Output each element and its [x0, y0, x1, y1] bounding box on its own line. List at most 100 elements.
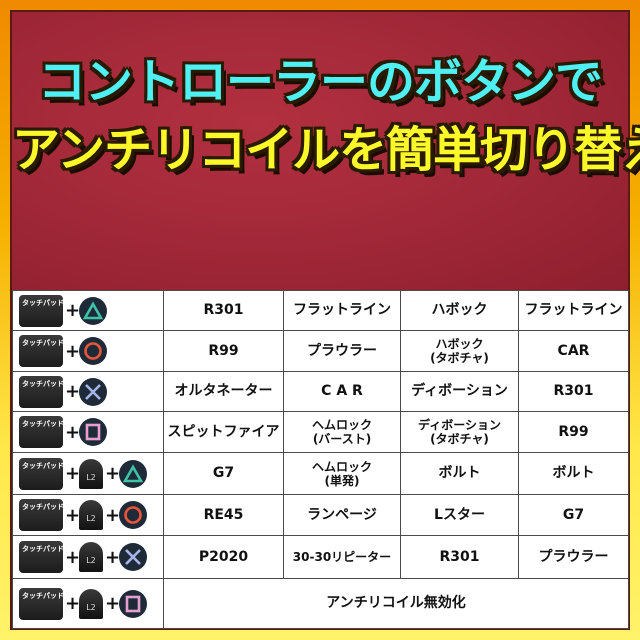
anti-recoil-disabled-cell: アンチリコイル無効化: [163, 578, 629, 629]
l2-trigger-icon: L2: [79, 588, 103, 619]
plus-sign: +: [65, 421, 81, 443]
touchpad-label: タッチパッド: [22, 461, 64, 470]
plus-sign: +: [105, 504, 121, 526]
weapon-cell: RE45: [163, 494, 284, 536]
button-combo: タッチパッド +: [19, 335, 163, 367]
l2-trigger-icon: L2: [79, 542, 103, 572]
weapon-cell: ハボック (タボチャ): [400, 330, 519, 372]
touchpad-icon: タッチパッド: [19, 375, 64, 408]
weapon-cell: フラットライン: [518, 290, 629, 331]
l2-label: L2: [86, 556, 96, 565]
button-combo-cell: タッチパッド +: [12, 290, 164, 331]
touchpad-icon: タッチパッド: [19, 416, 64, 448]
button-combo-cell: タッチパッド +: [12, 330, 164, 372]
touchpad-icon: タッチパッド: [19, 335, 64, 367]
weapon-cell: C A R: [283, 371, 401, 412]
weapon-cell: P2020: [163, 535, 284, 579]
plus-sign: +: [65, 340, 81, 362]
plus-sign: +: [105, 593, 121, 614]
table-row: タッチパッド + L2 + G7 ヘムロック (単発) ボルト ボルト: [12, 452, 629, 495]
weapon-cell: R301: [400, 535, 519, 579]
weapon-cell: 30-30リピーター: [283, 535, 401, 579]
cross-button-icon: [79, 377, 107, 406]
circle-button-icon: [79, 337, 107, 365]
weapon-cell: スピットファイア: [163, 411, 284, 453]
weapon-cell: CAR: [518, 330, 629, 372]
touchpad-icon: タッチパッド: [19, 541, 64, 573]
table-row: タッチパッド + オルタネーター C A R ディボーション R301: [12, 371, 629, 412]
cross-button-icon: [119, 543, 147, 571]
button-combo: タッチパッド + L2 +: [19, 587, 163, 620]
square-button-icon: [119, 589, 147, 618]
weapon-cell: R301: [163, 290, 284, 331]
circle-button-icon: [119, 501, 147, 529]
touchpad-label: タッチパッド: [22, 379, 64, 388]
triangle-button-icon: [119, 459, 147, 488]
plus-sign: +: [65, 546, 81, 568]
title-banner: コントローラーのボタンで アンチリコイルを簡単切り替え: [12, 12, 640, 290]
triangle-button-icon: [79, 296, 107, 325]
weapon-cell: R99: [163, 330, 284, 372]
weapon-cell: R301: [518, 371, 629, 412]
weapon-cell: R99: [518, 411, 629, 453]
l2-trigger-icon: L2: [79, 458, 103, 489]
table-row: タッチパッド + L2 + RE45 ランページ Lスター G7: [12, 494, 629, 536]
weapon-cell: ヘムロック (バースト): [283, 411, 401, 453]
weapon-cell: ディボーション: [400, 371, 519, 412]
l2-trigger-icon: L2: [79, 500, 103, 530]
l2-label: L2: [86, 602, 96, 612]
table-row: タッチパッド + スピットファイア ヘムロック (バースト) ディボーション (タボチャ) R…: [12, 411, 629, 453]
button-combo-cell: タッチパッド +: [12, 371, 164, 412]
title-line-1: コントローラーのボタンで: [37, 54, 603, 110]
weapon-cell: オルタネーター: [163, 371, 284, 412]
weapon-cell: G7: [163, 452, 284, 495]
button-combo-cell: タッチパッド + L2 +: [12, 535, 164, 579]
touchpad-icon: タッチパッド: [19, 457, 64, 490]
button-combo-cell: タッチパッド + L2 +: [12, 494, 164, 536]
plus-sign: +: [65, 593, 81, 614]
button-combo: タッチパッド +: [19, 294, 163, 327]
table-row: タッチパッド + L2 + アンチリコイル無効化: [12, 578, 629, 629]
button-mapping-table: タッチパッド + R301 フラットライン ハボック フラットライン タッチパッド + R99 プ…: [12, 290, 629, 629]
plus-sign: +: [105, 463, 121, 484]
weapon-cell: ハボック: [400, 290, 519, 331]
button-combo-cell: タッチパッド + L2 +: [12, 452, 164, 495]
weapon-cell: ヘムロック (単発): [283, 452, 401, 495]
weapon-cell: ボルト: [518, 452, 629, 495]
button-combo: タッチパッド + L2 +: [19, 541, 163, 573]
l2-label: L2: [86, 472, 96, 482]
touchpad-label: タッチパッド: [22, 420, 64, 428]
weapon-cell: ボルト: [400, 452, 519, 495]
plus-sign: +: [65, 504, 81, 526]
weapon-cell: プラウラー: [283, 330, 401, 372]
weapon-cell: プラウラー: [518, 535, 629, 579]
weapon-cell: フラットライン: [283, 290, 401, 331]
square-button-icon: [79, 418, 107, 446]
touchpad-label: タッチパッド: [22, 503, 64, 511]
weapon-cell: G7: [518, 494, 629, 536]
button-combo: タッチパッド +: [19, 416, 163, 448]
plus-sign: +: [105, 546, 121, 568]
table-row: タッチパッド + R99 プラウラー ハボック (タボチャ) CAR: [12, 330, 629, 372]
button-combo: タッチパッド + L2 +: [19, 499, 163, 531]
touchpad-label: タッチパッド: [22, 591, 64, 600]
touchpad-icon: タッチパッド: [19, 587, 64, 620]
weapon-cell: ディボーション (タボチャ): [400, 411, 519, 453]
plus-sign: +: [65, 300, 81, 321]
touchpad-icon: タッチパッド: [19, 499, 64, 531]
touchpad-label: タッチパッド: [22, 339, 64, 347]
button-combo: タッチパッド +: [19, 375, 163, 408]
button-combo: タッチパッド + L2 +: [19, 457, 163, 490]
weapon-cell: ランページ: [283, 494, 401, 536]
title-line-2: アンチリコイルを簡単切り替え: [12, 122, 640, 178]
touchpad-label: タッチパッド: [22, 545, 64, 553]
touchpad-label: タッチパッド: [22, 298, 64, 307]
table-row: タッチパッド + L2 + P2020 30-30リピーター R301 プラウラー: [12, 535, 629, 579]
button-combo-cell: タッチパッド +: [12, 411, 164, 453]
l2-label: L2: [86, 514, 96, 523]
table-row: タッチパッド + R301 フラットライン ハボック フラットライン: [12, 290, 629, 331]
plus-sign: +: [65, 463, 81, 484]
button-combo-cell: タッチパッド + L2 +: [12, 578, 164, 629]
weapon-cell: Lスター: [400, 494, 519, 536]
touchpad-icon: タッチパッド: [19, 294, 64, 327]
